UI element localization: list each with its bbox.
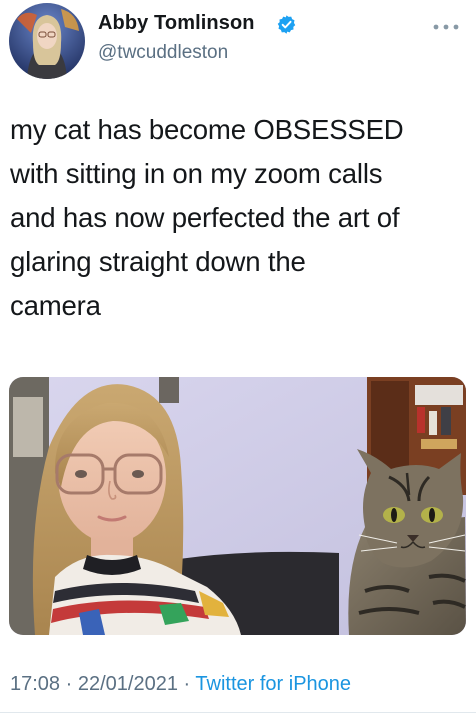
meta-separator: · — [65, 673, 73, 695]
tweet-card: Abby Tomlinson @twcuddleston my cat has … — [0, 0, 476, 720]
tweet-text: my cat has become OBSESSED with sitting … — [10, 114, 404, 321]
profile-photo-icon — [9, 3, 85, 79]
tweet-meta: 17:08 · 22/01/2021 · Twitter for iPhone — [10, 673, 351, 696]
author-handle[interactable]: @twcuddleston — [98, 42, 228, 64]
author-name[interactable]: Abby Tomlinson — [98, 12, 255, 35]
verified-badge-icon — [277, 15, 296, 34]
avatar[interactable] — [9, 3, 85, 79]
meta-separator: · — [183, 673, 191, 695]
divider — [0, 712, 476, 713]
more-dots-icon[interactable] — [428, 17, 464, 37]
tweet-date[interactable]: 22/01/2021 — [78, 673, 178, 695]
zoom-call-photo-icon — [9, 377, 466, 635]
tweet-source[interactable]: Twitter for iPhone — [195, 673, 351, 695]
tweet-photo[interactable] — [9, 377, 466, 635]
tweet-time[interactable]: 17:08 — [10, 673, 60, 695]
